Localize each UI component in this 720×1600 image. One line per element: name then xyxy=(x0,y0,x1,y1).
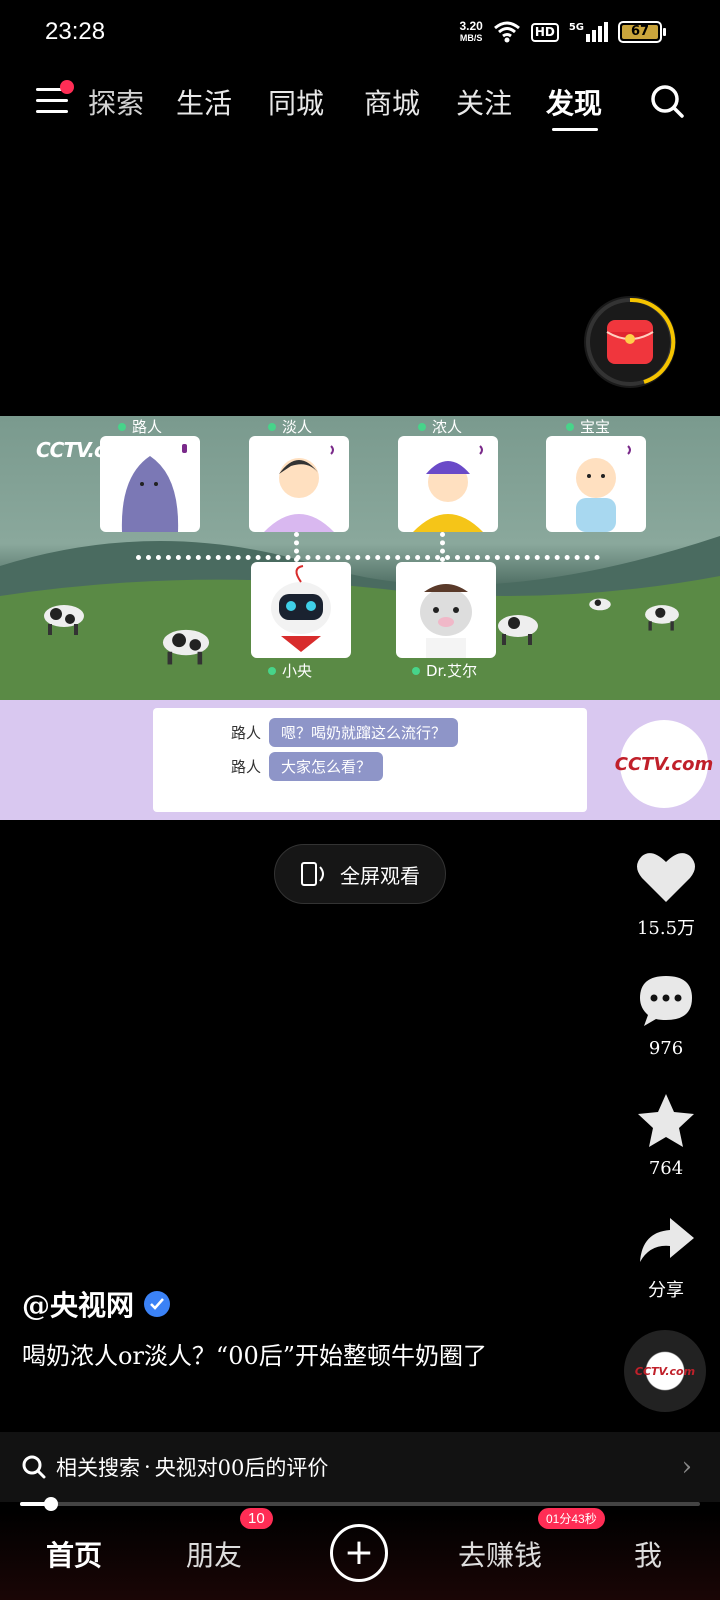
chat-band: 路人 嗯？喝奶就蹿这么流行？ 路人 大家怎么看？ CCTV.com xyxy=(0,700,720,820)
connection-line xyxy=(440,532,445,562)
bottom-nav: 首页 朋友 10 + 去赚钱 01分43秒 我 xyxy=(0,1508,720,1600)
progress-handle[interactable] xyxy=(43,1497,58,1511)
character-card-baby xyxy=(546,436,646,532)
nav-earn[interactable]: 去赚钱 xyxy=(458,1534,542,1574)
related-search-query: 央视对00后的评价 xyxy=(154,1456,329,1480)
cow-image xyxy=(589,598,611,611)
character-card-xiaoyang xyxy=(251,562,351,658)
nav-friends[interactable]: 朋友 xyxy=(186,1534,242,1574)
red-packet-icon xyxy=(586,297,676,386)
video-player[interactable]: CCTV.com 路人 淡人 浓人 宝宝 小央 Dr.艾尔 路人 嗯？喝奶就蹿这… xyxy=(0,416,720,820)
cow-image xyxy=(44,605,84,635)
earn-timer-badge: 01分43秒 xyxy=(538,1508,605,1529)
verified-icon xyxy=(144,1291,171,1317)
share-arrow-icon xyxy=(640,1218,694,1262)
tab-mall[interactable]: 商城 xyxy=(364,82,420,122)
cow-image xyxy=(162,629,210,665)
top-nav: 探索 生活 同城 商城 关注 发现 xyxy=(0,74,720,134)
search-icon[interactable] xyxy=(650,84,684,118)
rotate-screen-icon xyxy=(301,862,324,886)
character-card-mild xyxy=(249,436,349,532)
chat-message: 路人 嗯？喝奶就蹿这么流行？ xyxy=(231,718,459,747)
tab-life[interactable]: 生活 xyxy=(176,82,232,122)
nav-me[interactable]: 我 xyxy=(634,1534,662,1574)
chat-message: 路人 大家怎么看？ xyxy=(231,752,384,781)
nav-home[interactable]: 首页 xyxy=(46,1534,102,1574)
friends-badge: 10 xyxy=(240,1508,273,1529)
tab-following[interactable]: 关注 xyxy=(456,82,512,122)
create-button[interactable]: + xyxy=(330,1524,388,1582)
character-label: 淡人 xyxy=(268,416,312,437)
active-tab-indicator xyxy=(552,128,598,131)
character-card-dr-ai xyxy=(396,562,496,658)
signal-icon: 5G xyxy=(569,22,608,42)
share-button[interactable]: 分享 xyxy=(626,1214,706,1302)
status-icons: 3.20 MB/S HD 5G 67 xyxy=(459,19,666,44)
character-label: Dr.艾尔 xyxy=(412,660,477,681)
cow-image xyxy=(645,605,679,631)
plus-icon: + xyxy=(343,1532,375,1573)
network-speed: 3.20 MB/S xyxy=(459,19,483,43)
notification-dot xyxy=(60,80,74,94)
author-name[interactable]: @央视网 xyxy=(22,1284,171,1324)
comment-icon xyxy=(640,976,692,1026)
chat-box: 路人 嗯？喝奶就蹿这么流行？ 路人 大家怎么看？ xyxy=(153,708,587,812)
character-card-intense xyxy=(398,436,498,532)
character-label: 浓人 xyxy=(418,416,462,437)
hd-badge: HD xyxy=(530,22,559,42)
related-search-separator: · xyxy=(144,1455,151,1479)
character-card-passerby xyxy=(100,436,200,532)
favorite-button[interactable]: 764 xyxy=(626,1092,706,1179)
comment-button[interactable]: 976 xyxy=(626,972,706,1059)
cctv-logo: CCTV.com xyxy=(615,720,713,808)
battery-icon: 67 xyxy=(618,21,666,43)
search-icon xyxy=(22,1455,46,1479)
tab-discover[interactable]: 发现 xyxy=(546,82,602,122)
heart-icon xyxy=(637,853,695,902)
like-button[interactable]: 15.5万 xyxy=(626,850,706,940)
character-label: 宝宝 xyxy=(566,416,610,437)
music-disc[interactable]: CCTV.com xyxy=(624,1330,706,1412)
red-packet-button[interactable] xyxy=(584,296,676,388)
cow-image xyxy=(498,615,538,645)
status-time: 23:28 xyxy=(45,18,106,45)
character-label: 路人 xyxy=(118,416,162,437)
fullscreen-button[interactable]: 全屏观看 xyxy=(274,844,446,904)
related-search-bar[interactable]: 相关搜索 · 央视对00后的评价 › xyxy=(0,1432,720,1502)
chevron-right-icon: › xyxy=(681,1452,692,1482)
wifi-icon xyxy=(493,21,520,43)
video-caption[interactable]: 喝奶浓人or淡人？“00后”开始整顿牛奶圈了 xyxy=(22,1336,562,1376)
star-icon xyxy=(638,1094,694,1147)
status-bar: 23:28 3.20 MB/S HD 5G 67 xyxy=(0,0,720,64)
tab-explore[interactable]: 探索 xyxy=(88,82,144,122)
connection-line xyxy=(136,555,600,560)
related-search-prefix: 相关搜索 xyxy=(56,1456,140,1480)
playback-progress[interactable] xyxy=(20,1497,700,1511)
video-scene: CCTV.com 路人 淡人 浓人 宝宝 小央 Dr.艾尔 xyxy=(0,416,720,700)
tab-local[interactable]: 同城 xyxy=(268,82,324,122)
connection-line xyxy=(294,532,299,562)
character-label: 小央 xyxy=(268,660,312,681)
